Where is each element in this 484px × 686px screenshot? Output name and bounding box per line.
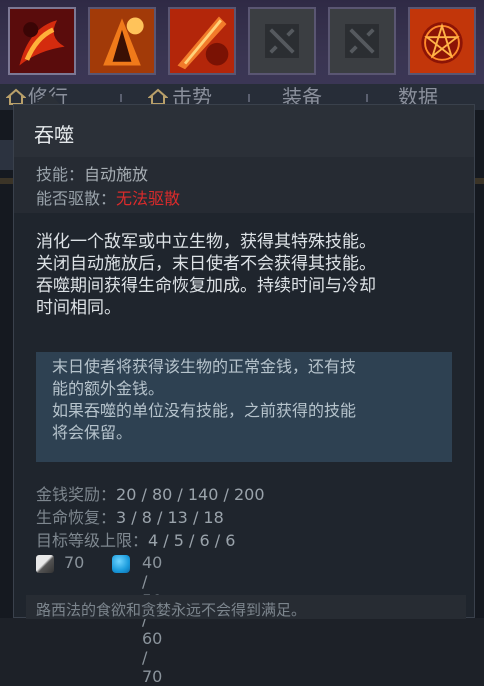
stat-label: 目标等级上限： (36, 531, 149, 550)
stat-value: 20 / 80 / 140 / 200 (116, 485, 265, 504)
note-line: 末日使者将获得该生物的正常金钱，还有技 (52, 357, 357, 376)
mana-icon (112, 555, 130, 573)
ability-behavior-row: 技能：自动施放 (36, 161, 148, 185)
ability-tooltip: 吞噬 技能：自动施放 能否驱散：无法驱散 消化一个敌军或中立生物，获得其特殊技能… (13, 104, 475, 686)
tab-separator (120, 94, 122, 102)
tooltip-header: 吞噬 (14, 105, 474, 157)
dispel-row: 能否驱散：无法驱散 (36, 185, 180, 209)
cooldown-icon (36, 555, 54, 573)
stat-value: 3 / 8 / 13 / 18 (116, 508, 224, 527)
lore-text: 路西法的食欲和贪婪永远不会得到满足。 (36, 601, 307, 619)
tooltip-meta: 技能：自动施放 能否驱散：无法驱散 (14, 157, 474, 213)
infernal-blade-icon[interactable] (168, 7, 236, 75)
note-line: 如果吞噬的单位没有技能，之前获得的技能 (52, 401, 357, 420)
scorched-earth-icon[interactable] (88, 7, 156, 75)
stat-label: 金钱奖励： (36, 485, 117, 504)
note-line: 将会保留。 (52, 423, 133, 442)
ability-stats: 金钱奖励：20 / 80 / 140 / 200 生命恢复：3 / 8 / 13… (36, 483, 265, 552)
description-line: 消化一个敌军或中立生物，获得其特殊技能。 (36, 232, 376, 252)
dispel-label: 能否驱散： (36, 189, 117, 208)
doom-devour-icon[interactable] (8, 7, 76, 75)
dispel-value: 无法驱散 (116, 189, 181, 208)
tab-separator (248, 94, 250, 102)
cooldown-value: 70 (64, 553, 85, 572)
description-line: 吞噬期间获得生命恢复加成。持续时间与冷却 (36, 276, 376, 296)
ability-note: 末日使者将获得该生物的正常金钱，还有技 能的额外金钱。 如果吞噬的单位没有技能，… (36, 352, 452, 462)
tooltip-arrow (36, 92, 60, 104)
doom-ultimate-icon[interactable] (408, 7, 476, 75)
empty-slot-icon[interactable] (328, 7, 396, 75)
note-line: 能的额外金钱。 (52, 379, 165, 398)
ability-behavior-value: 自动施放 (84, 165, 149, 184)
description-line: 关闭自动施放后，末日使者不会获得其技能。 (36, 254, 376, 274)
stat-row: 生命恢复：3 / 8 / 13 / 18 (36, 506, 265, 529)
note-text: 末日使者将获得该生物的正常金钱，还有技 能的额外金钱。 如果吞噬的单位没有技能，… (52, 356, 356, 444)
stat-row: 目标等级上限：4 / 5 / 6 / 6 (36, 529, 265, 552)
ability-title: 吞噬 (34, 123, 74, 147)
lore-box: 路西法的食欲和贪婪永远不会得到满足。 (26, 595, 466, 619)
stat-value: 4 / 5 / 6 / 6 (148, 531, 236, 550)
stat-label: 生命恢复： (36, 508, 117, 527)
tab-separator (366, 94, 368, 102)
ability-bar (0, 0, 484, 84)
ability-behavior-label: 技能： (36, 165, 85, 184)
empty-slot-icon[interactable] (248, 7, 316, 75)
description-line: 时间相同。 (36, 298, 121, 318)
ability-description: 消化一个敌军或中立生物，获得其特殊技能。 关闭自动施放后，末日使者不会获得其技能… (36, 231, 464, 319)
stat-row: 金钱奖励：20 / 80 / 140 / 200 (36, 483, 265, 506)
